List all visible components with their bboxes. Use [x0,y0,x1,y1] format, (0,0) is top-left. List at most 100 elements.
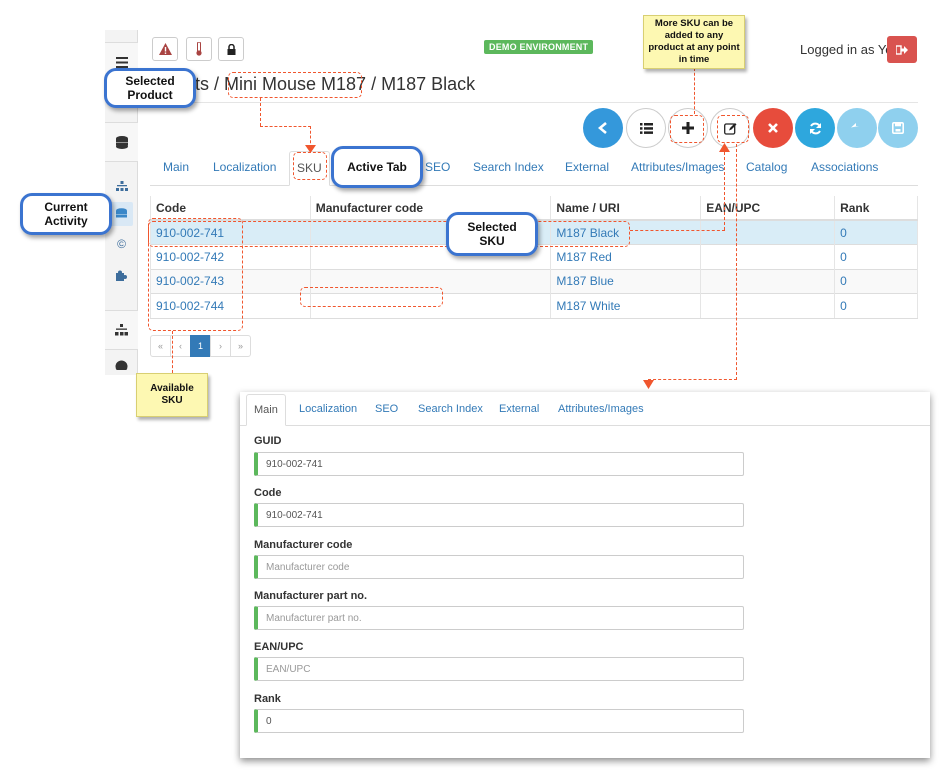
detail-tab-main[interactable]: Main [246,394,286,426]
connector-line [260,126,311,127]
tab-catalog[interactable]: Catalog [746,160,787,174]
database-icon [115,135,128,149]
copyright-icon[interactable]: © [113,235,130,252]
hierarchy-button[interactable] [105,310,138,350]
page-current-button[interactable]: 1 [190,335,211,357]
code-field[interactable]: 910-002-741 [254,503,744,527]
thermometer-button[interactable] [186,37,212,61]
arrowhead-icon [305,145,316,153]
manufacturer-code-highlight [300,287,443,307]
lock-button[interactable] [218,37,244,61]
back-button[interactable] [583,108,623,148]
column-header-name[interactable]: Name / URI [550,196,701,221]
more-sku-note: More SKU can be added to any product at … [643,15,745,69]
cell-ean [700,293,835,319]
lock-icon [227,43,235,55]
arrowhead-icon [643,380,654,389]
rank-label: Rank [254,693,281,705]
tab-localization[interactable]: Localization [213,160,276,174]
selected-sku-highlight [148,221,630,247]
delete-button[interactable] [753,108,793,148]
save-button[interactable] [878,108,918,148]
ean-field[interactable]: EAN/UPC [254,657,744,681]
refresh-button[interactable] [795,108,835,148]
title-divider [150,102,918,103]
cell-rank: 0 [834,268,918,294]
connector-line [648,379,737,380]
cell-rank: 0 [834,219,918,245]
arrowhead-icon [719,143,730,152]
alerts-button[interactable] [152,37,178,61]
sitemap-icon[interactable] [113,178,130,195]
tab-associations[interactable]: Associations [811,160,878,174]
active-tab-callout: Active Tab [331,146,423,188]
hamburger-icon [115,56,128,68]
cell-ean [700,268,835,294]
page-prev-button[interactable]: ‹ [170,335,191,357]
catalog-button[interactable] [105,122,138,162]
cell-rank: 0 [834,293,918,319]
detail-tab-external[interactable]: External [499,403,539,415]
connector-line [260,98,261,126]
manufacturer-code-field[interactable]: Manufacturer code [254,555,744,579]
warning-icon [158,43,172,55]
cell-ean [700,219,835,245]
times-icon [768,123,778,133]
tab-main[interactable]: Main [163,160,189,174]
connector-line [630,230,725,231]
reply-icon [850,122,859,127]
table-row[interactable]: 910-002-744 M187 White 0 [150,293,918,319]
guid-label: GUID [254,435,282,447]
cloud-upload-icon [115,360,128,370]
column-header-rank[interactable]: Rank [834,196,918,221]
tab-seo[interactable]: SEO [425,160,450,174]
detail-tab-search-index[interactable]: Search Index [418,403,483,415]
upload-button[interactable] [105,355,138,375]
products-database-icon[interactable] [109,202,133,226]
column-header-code[interactable]: Code [150,196,311,221]
selected-product-highlight [228,72,362,98]
connector-line [694,68,695,114]
add-button-highlight [670,115,704,143]
save-icon [892,122,904,134]
connector-line [172,331,173,373]
detail-tab-attributes-images[interactable]: Attributes/Images [558,403,644,415]
manufacturer-code-label: Manufacturer code [254,539,353,551]
product-tabs: Main Localization SKU SEO Search Index E… [150,150,918,186]
page-first-button[interactable]: « [150,335,171,357]
puzzle-icon[interactable] [113,267,130,284]
selected-sku-callout: Selected SKU [446,212,538,256]
guid-field[interactable]: 910-002-741 [254,452,744,476]
cell-name[interactable]: M187 White [550,293,701,319]
cell-name[interactable]: M187 Blue [550,268,701,294]
cell-name[interactable]: M187 Red [550,244,701,269]
page-last-button[interactable]: » [230,335,251,357]
detail-tab-localization[interactable]: Localization [299,403,357,415]
detail-tab-seo[interactable]: SEO [375,403,398,415]
available-sku-note: Available SKU [136,373,208,417]
cell-ean [700,244,835,269]
list-button[interactable] [626,108,666,148]
code-label: Code [254,487,282,499]
page-next-button[interactable]: › [210,335,231,357]
sku-detail-tabs: Main Localization SEO Search Index Exter… [240,392,930,426]
ean-label: EAN/UPC [254,641,304,653]
tab-external[interactable]: External [565,160,609,174]
tab-search-index[interactable]: Search Index [473,160,544,174]
cell-rank: 0 [834,244,918,269]
sitemap-icon [115,324,128,336]
connector-line [736,144,737,380]
edit-button-highlight [717,115,749,143]
tab-attributes-images[interactable]: Attributes/Images [631,160,724,174]
current-activity-callout: Current Activity [20,193,112,235]
table-row[interactable]: 910-002-743 M187 Blue 0 [150,268,918,294]
rank-field[interactable]: 0 [254,709,744,733]
environment-badge: DEMO ENVIRONMENT [484,40,594,54]
undo-button[interactable] [837,108,877,148]
logged-in-label: Logged in as Yes [800,42,900,57]
column-header-ean[interactable]: EAN/UPC [700,196,835,221]
manufacturer-part-field[interactable]: Manufacturer part no. [254,606,744,630]
connector-line [724,152,725,230]
list-icon [639,122,653,134]
logout-button[interactable] [887,36,917,63]
